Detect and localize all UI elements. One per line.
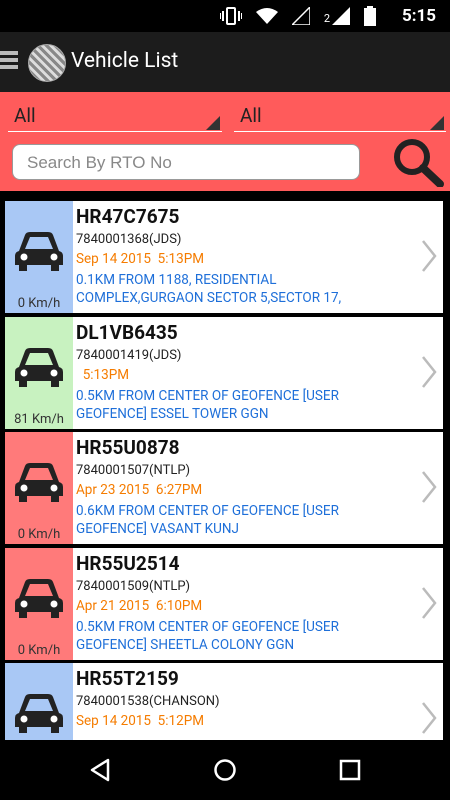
vehicle-card[interactable]: 81 Km/h DL1VB6435 7840001419(JDS) 5:13PM 0.… [5, 316, 443, 429]
vehicle-card[interactable]: 0 Km/h HR55U0878 7840001507(NTLP) Apr 23 20… [5, 432, 443, 544]
page-title: Vehicle List [71, 49, 179, 73]
search-input[interactable] [25, 152, 349, 174]
vehicle-last-update: Apr 23 2015 6:27PM [76, 482, 203, 498]
filter-bar: All All [0, 92, 450, 191]
vehicle-registration: HR55U0878 [76, 436, 180, 459]
filter-right-value: All [240, 104, 262, 127]
vehicle-speed: 81 Km/h [14, 411, 64, 427]
chevron-right-icon[interactable] [421, 586, 437, 624]
vehicle-registration: HR55T2159 [76, 667, 179, 690]
vehicle-registration: HR55U2514 [76, 551, 180, 575]
status-indicator: 81 Km/h [5, 316, 73, 429]
back-icon[interactable] [88, 758, 112, 782]
car-icon [13, 576, 65, 626]
app-logo [28, 44, 66, 82]
vibrate-icon [219, 7, 242, 25]
status-indicator: 0 Km/h [5, 201, 73, 313]
vehicle-location: 0.5KM FROM CENTER OF GEOFENCE [USER GEOF… [76, 618, 339, 653]
vehicle-last-update: Sep 14 2015 5:13PM [76, 251, 205, 267]
dropdown-arrow-icon [206, 116, 220, 130]
vehicle-phone: 7840001368(JDS) [76, 232, 182, 247]
vehicle-speed: 0 Km/h [17, 296, 61, 311]
vehicle-card[interactable]: 0 Km/h HR55U2514 7840001509(NTLP) Apr 21 20… [5, 547, 443, 660]
filter-dropdown-right[interactable]: All [230, 98, 446, 132]
vehicle-speed: 0 Km/h [17, 642, 61, 658]
vehicle-location: 0.6KM FROM CENTER OF GEOFENCE [USER GEOF… [76, 503, 339, 537]
signal-2-icon [332, 7, 350, 25]
chevron-right-icon[interactable] [421, 470, 437, 508]
status-indicator [5, 663, 73, 740]
vehicle-card[interactable]: 0 Km/h HR47C7675 7840001368(JDS) Sep 14 201… [5, 201, 443, 313]
vehicle-location: 0.5KM FROM CENTER OF GEOFENCE [USER GEOF… [76, 387, 339, 422]
vehicle-phone: 7840001538(CHANSON) [76, 694, 220, 709]
menu-icon[interactable] [0, 48, 18, 76]
nav-bar [0, 740, 450, 800]
vehicle-phone: 7840001509(NTLP) [76, 578, 191, 594]
vehicle-last-update: Sep 14 2015 5:12PM [76, 713, 205, 729]
dropdown-arrow-icon [430, 116, 444, 130]
car-icon [13, 460, 65, 510]
vehicle-speed: 0 Km/h [17, 527, 61, 542]
vehicle-list: 0 Km/h HR47C7675 7840001368(JDS) Sep 14 201… [0, 195, 450, 740]
home-icon[interactable] [213, 758, 237, 782]
car-icon [13, 229, 65, 279]
wifi-icon [255, 8, 278, 24]
signal-1-icon [291, 7, 310, 25]
status-time: 5:15 [401, 6, 436, 26]
vehicle-registration: HR47C7675 [76, 205, 180, 228]
vehicle-card[interactable]: HR55T2159 7840001538(CHANSON) Sep 14 2015 … [5, 663, 443, 740]
car-icon [13, 345, 65, 395]
recents-icon[interactable] [338, 758, 362, 782]
car-icon [13, 691, 65, 740]
chevron-right-icon[interactable] [421, 701, 437, 739]
vehicle-phone: 7840001419(JDS) [76, 347, 182, 363]
search-icon[interactable] [390, 137, 446, 187]
status-icons: 2 [219, 6, 376, 26]
filter-left-value: All [14, 104, 36, 127]
chevron-right-icon[interactable] [421, 355, 437, 393]
battery-icon [364, 6, 376, 26]
filter-dropdown-left[interactable]: All [4, 98, 222, 132]
search-box [12, 144, 360, 180]
vehicle-phone: 7840001507(NTLP) [76, 463, 191, 478]
status-indicator: 0 Km/h [5, 432, 73, 544]
status-bar: 2 5:15 [0, 0, 450, 32]
sim-2-label: 2 [323, 12, 330, 25]
vehicle-location: 0.1KM FROM 1188, RESIDENTIAL COMPLEX,GUR… [76, 272, 342, 306]
chevron-right-icon[interactable] [421, 239, 437, 277]
vehicle-registration: DL1VB6435 [76, 320, 178, 344]
status-indicator: 0 Km/h [5, 547, 73, 660]
vehicle-last-update: Apr 21 2015 6:10PM [76, 597, 203, 614]
vehicle-last-update: 5:13PM [76, 366, 130, 383]
app-bar: Vehicle List [0, 32, 450, 92]
